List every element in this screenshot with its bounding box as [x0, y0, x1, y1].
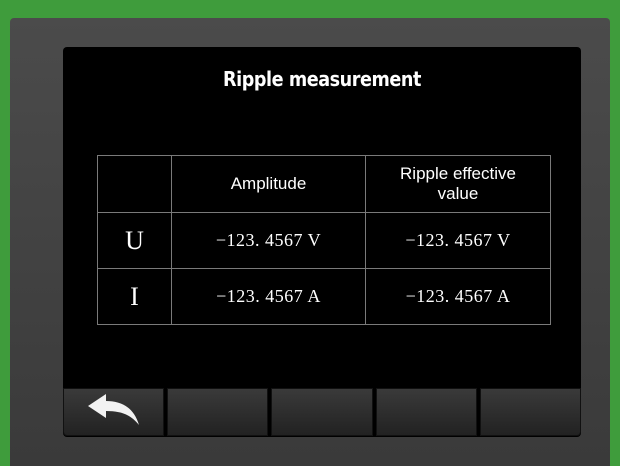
row-label-current: I [97, 268, 172, 325]
softkey-bar [63, 388, 581, 437]
display-screen: Ripple measurement Amplitude Ripple effe… [63, 47, 581, 437]
row-label-voltage: U [97, 212, 172, 269]
current-amplitude-value: −123. 4567 A [171, 268, 366, 325]
softkey-5[interactable] [479, 388, 581, 436]
back-arrow-icon [84, 392, 144, 433]
header-ripple-effective-label: Ripple effective value [400, 164, 516, 203]
current-ripple-effective-value: −123. 4567 A [365, 268, 551, 325]
header-amplitude: Amplitude [171, 155, 366, 213]
softkey-2[interactable] [167, 388, 269, 436]
back-button[interactable] [63, 388, 165, 436]
softkey-3[interactable] [271, 388, 373, 436]
header-ripple-effective-value: Ripple effective value [365, 155, 551, 213]
table-row: I −123. 4567 A −123. 4567 A [97, 268, 551, 325]
softkey-4[interactable] [375, 388, 477, 436]
table-header-row: Amplitude Ripple effective value [97, 155, 551, 213]
voltage-amplitude-value: −123. 4567 V [171, 212, 366, 269]
page-title: Ripple measurement [223, 67, 421, 91]
table-row: U −123. 4567 V −123. 4567 V [97, 212, 551, 269]
voltage-ripple-effective-value: −123. 4567 V [365, 212, 551, 269]
header-empty-cell [97, 155, 172, 213]
measurement-table: Amplitude Ripple effective value U −123.… [97, 155, 551, 325]
